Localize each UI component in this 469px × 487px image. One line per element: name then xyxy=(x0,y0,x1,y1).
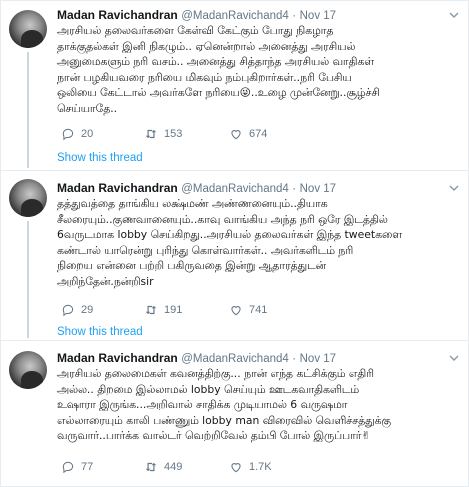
tweet-header: Madan Ravichandran @MadanRavichand4 · No… xyxy=(57,351,336,365)
author-handle[interactable]: @MadanRavichand4 xyxy=(181,353,289,365)
reply-icon xyxy=(62,461,74,474)
chevron-down-icon[interactable] xyxy=(449,353,459,363)
tweet-text: தத்துவத்தை தாங்கிய லக்ஷ்மண் அண்ணனையும்..… xyxy=(57,197,402,288)
tweet-text: அரசியல் தலைமைகள் கவனத்திற்கு... நான் எந்… xyxy=(57,367,391,443)
show-thread-link[interactable]: Show this thread xyxy=(57,326,143,338)
separator-dot: · xyxy=(292,10,297,22)
author-name[interactable]: Madan Ravichandran xyxy=(57,351,178,365)
like-count: 741 xyxy=(249,304,268,316)
tweet-1[interactable]: Madan Ravichandran @MadanRavichand4 · No… xyxy=(0,0,469,168)
separator-dot: · xyxy=(292,183,297,195)
author-name[interactable]: Madan Ravichandran xyxy=(57,181,178,195)
reply-icon xyxy=(62,128,74,141)
tweet-actions: 77 449 1.7K xyxy=(57,458,457,476)
author-handle[interactable]: @MadanRavichand4 xyxy=(181,183,289,195)
tweet-header: Madan Ravichandran @MadanRavichand4 · No… xyxy=(57,181,336,195)
retweet-button[interactable]: 153 xyxy=(144,125,182,143)
reply-button[interactable]: 77 xyxy=(61,458,93,476)
like-button[interactable]: 741 xyxy=(229,301,267,319)
avatar[interactable] xyxy=(9,10,47,48)
like-count: 674 xyxy=(249,128,268,140)
thread-line xyxy=(27,52,29,168)
tweet-date[interactable]: Nov 17 xyxy=(300,183,336,195)
reply-button[interactable]: 20 xyxy=(61,125,93,143)
reply-icon xyxy=(62,304,74,317)
author-handle[interactable]: @MadanRavichand4 xyxy=(181,10,289,22)
reply-count: 77 xyxy=(81,461,94,473)
heart-icon xyxy=(231,463,241,473)
reply-count: 29 xyxy=(81,304,94,316)
avatar[interactable] xyxy=(9,179,47,217)
tweet-actions: 29 191 741 xyxy=(57,301,457,319)
avatar[interactable] xyxy=(9,351,47,389)
chevron-down-icon[interactable] xyxy=(449,10,459,20)
retweet-icon xyxy=(145,129,157,139)
heart-icon xyxy=(231,130,241,140)
retweet-button[interactable]: 191 xyxy=(144,301,182,319)
retweet-count: 191 xyxy=(164,304,183,316)
tweet-2[interactable]: Madan Ravichandran @MadanRavichand4 · No… xyxy=(0,171,469,339)
tweet-date[interactable]: Nov 17 xyxy=(300,353,336,365)
author-name[interactable]: Madan Ravichandran xyxy=(57,8,178,22)
reply-count: 20 xyxy=(81,128,94,140)
reply-button[interactable]: 29 xyxy=(61,301,93,319)
heart-icon xyxy=(231,306,241,316)
tweet-text: அரசியல் தலைவர்களை கேள்வி கேட்கும் போது ந… xyxy=(57,24,380,115)
tweet-header: Madan Ravichandran @MadanRavichand4 · No… xyxy=(57,8,336,22)
tweet-3[interactable]: Madan Ravichandran @MadanRavichand4 · No… xyxy=(0,341,469,487)
thread-line xyxy=(27,221,29,338)
like-button[interactable]: 1.7K xyxy=(229,458,272,476)
retweet-button[interactable]: 449 xyxy=(144,458,182,476)
like-button[interactable]: 674 xyxy=(229,125,267,143)
retweet-icon xyxy=(145,462,157,472)
tweet-actions: 20 153 674 xyxy=(57,125,457,143)
tweet-date[interactable]: Nov 17 xyxy=(300,10,336,22)
retweet-count: 449 xyxy=(164,461,183,473)
retweet-count: 153 xyxy=(164,128,183,140)
show-thread-link[interactable]: Show this thread xyxy=(57,152,143,164)
retweet-icon xyxy=(145,305,157,315)
separator-dot: · xyxy=(292,353,297,365)
like-count: 1.7K xyxy=(249,461,272,473)
chevron-down-icon[interactable] xyxy=(449,183,459,193)
